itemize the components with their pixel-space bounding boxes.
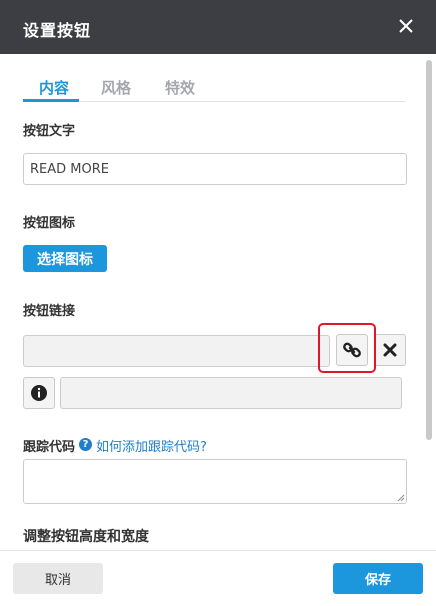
- link-button-highlight: [318, 323, 376, 373]
- tracking-help-link[interactable]: 如何添加跟踪代码?: [96, 436, 207, 455]
- choose-icon-button[interactable]: 选择图标: [23, 245, 107, 272]
- tracking-code-label: 跟踪代码: [23, 440, 76, 455]
- tab-bar: 内容 风格 特效: [23, 77, 405, 102]
- dialog-body[interactable]: 内容 风格 特效 按钮文字 按钮图标 选择图标 按钮链接: [0, 54, 436, 550]
- active-tab-indicator: [23, 99, 79, 102]
- save-button[interactable]: 保存: [333, 563, 423, 594]
- link-url-input[interactable]: [23, 335, 330, 367]
- size-section-label: 调整按钮高度和宽度: [23, 529, 149, 545]
- close-icon[interactable]: [394, 14, 418, 38]
- link-target-input[interactable]: [60, 377, 402, 409]
- button-settings-dialog: 设置按钮 内容 风格 特效 按钮文字 按钮图标 选择图标 按钮链接: [0, 0, 436, 606]
- dialog-titlebar: 设置按钮: [0, 0, 436, 54]
- button-icon-label: 按钮图标: [23, 216, 76, 231]
- tab-content[interactable]: 内容: [39, 77, 69, 101]
- close-x-icon[interactable]: [374, 334, 406, 366]
- button-link-label: 按钮链接: [23, 304, 76, 319]
- cancel-button[interactable]: 取消: [13, 563, 103, 594]
- resize-grip-icon[interactable]: [397, 494, 405, 502]
- info-icon[interactable]: [23, 377, 55, 409]
- dialog-footer: 取消 保存: [0, 550, 436, 606]
- button-text-input[interactable]: [23, 153, 407, 185]
- tracking-code-textarea[interactable]: [23, 459, 407, 504]
- scrollbar[interactable]: [424, 54, 434, 550]
- help-icon[interactable]: ?: [79, 438, 92, 451]
- dialog-title: 设置按钮: [23, 21, 92, 40]
- tab-effects[interactable]: 特效: [165, 77, 195, 101]
- tab-style[interactable]: 风格: [101, 77, 131, 101]
- button-text-label: 按钮文字: [23, 124, 76, 139]
- scrollbar-thumb[interactable]: [426, 60, 432, 440]
